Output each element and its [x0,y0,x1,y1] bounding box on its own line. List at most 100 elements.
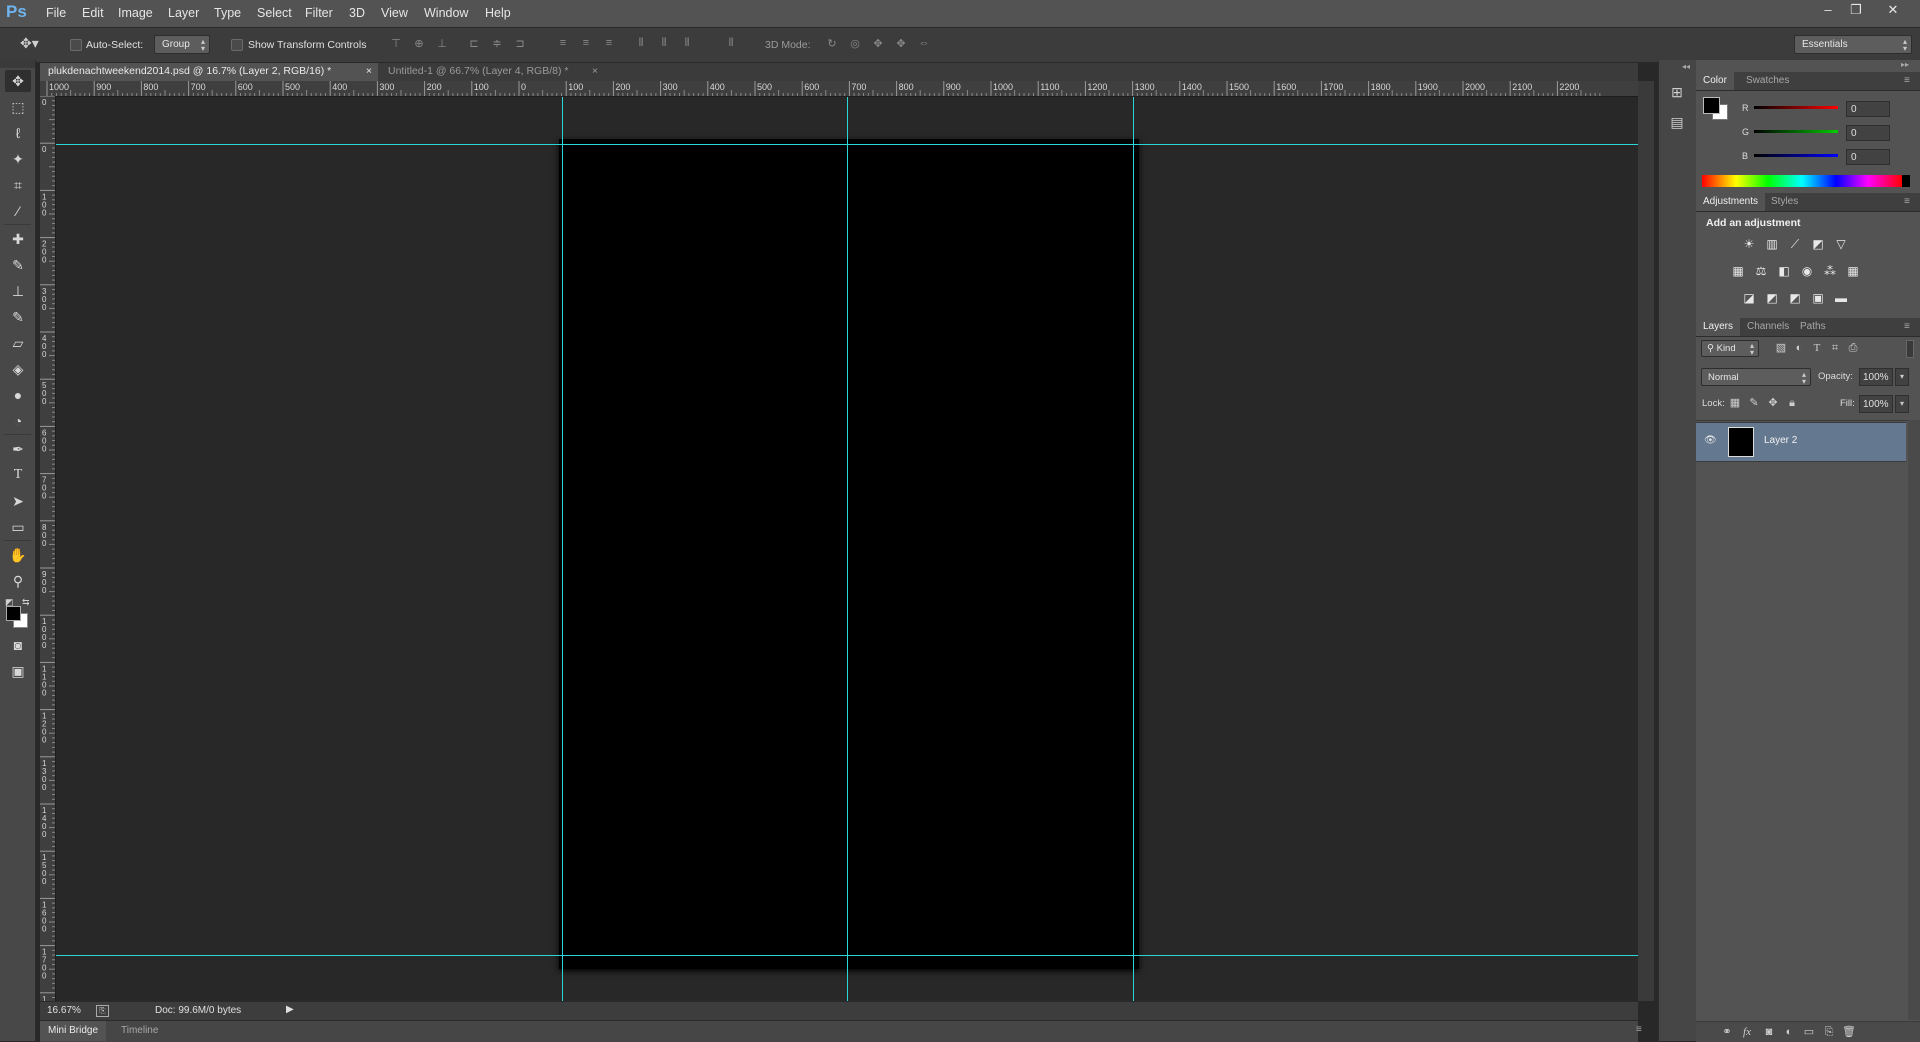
guide-vertical[interactable] [562,97,563,1005]
auto-align-icon[interactable]: ⦀ [725,37,737,51]
lock-all-icon[interactable]: 🔒︎ [1785,396,1799,410]
threshold-icon[interactable]: ◩ [1787,290,1803,306]
status-export-icon[interactable]: ⎘ [96,1005,109,1017]
3d-pan-icon[interactable]: ✥ [872,37,884,51]
channel-r-slider[interactable] [1754,106,1838,109]
canvas-area[interactable] [56,97,1638,1005]
color-spectrum-ramp[interactable] [1702,175,1910,187]
tab-color[interactable]: Color [1696,72,1734,90]
distribute-vcenter-icon[interactable]: ≡ [580,37,592,51]
photo-filter-icon[interactable]: ◉ [1799,263,1815,279]
menu-select[interactable]: Select [257,6,292,20]
color-balance-icon[interactable]: ⚖ [1753,263,1769,279]
selective-color-icon[interactable]: ▣ [1810,290,1826,306]
menu-help[interactable]: Help [485,6,511,20]
close-tab-icon[interactable]: × [366,65,372,77]
status-menu-arrow-icon[interactable]: ▶ [286,1004,294,1015]
new-layer-icon[interactable]: ⎘ [1822,1025,1836,1039]
opacity-input[interactable]: 100% [1859,368,1893,386]
type-tool-icon[interactable]: T [5,464,31,486]
move-tool-preset-icon[interactable]: ✥▾ [20,35,39,52]
menu-layer[interactable]: Layer [168,6,199,20]
minimize-button[interactable]: – [1817,2,1839,18]
foreground-color-swatch[interactable] [1703,97,1720,114]
tab-paths[interactable]: Paths [1793,318,1833,336]
filter-toggle[interactable] [1906,340,1914,358]
lasso-tool-icon[interactable]: ℓ [5,122,31,144]
crop-tool-icon[interactable]: ⌗ [5,174,31,196]
channel-g-value[interactable]: 0 [1846,125,1890,141]
channel-r-value[interactable]: 0 [1846,101,1890,117]
show-transform-checkbox[interactable] [231,39,243,51]
vibrance-icon[interactable]: ▽ [1833,236,1849,252]
history-panel-icon[interactable]: ⊞ [1665,84,1689,108]
levels-icon[interactable]: ▥ [1764,236,1780,252]
auto-select-dropdown[interactable]: Group ▴ ▾ [154,35,210,54]
visibility-eye-icon[interactable]: 👁︎ [1704,435,1717,446]
expand-dock-icon[interactable]: ▸▸ [1901,60,1909,69]
tab-mini-bridge[interactable]: Mini Bridge [40,1021,107,1041]
black-white-icon[interactable]: ◧ [1776,263,1792,279]
curves-icon[interactable]: ⟋ [1787,236,1803,252]
3d-rotate-icon[interactable]: ↻ [826,37,838,51]
pen-tool-icon[interactable]: ✒ [5,438,31,460]
layer-name[interactable]: Layer 2 [1764,435,1797,446]
collapse-dock-icon[interactable]: ◂◂ [1682,62,1690,71]
align-top-icon[interactable]: ⊤ [390,37,402,51]
clone-stamp-tool-icon[interactable]: ⊥ [5,280,31,302]
tab-channels[interactable]: Channels [1740,318,1796,336]
lock-position-icon[interactable]: ✥ [1766,396,1780,410]
workspace-dropdown[interactable]: Essentials ▴ ▾ [1794,35,1912,54]
properties-panel-icon[interactable]: ▤ [1665,114,1689,138]
align-right-icon[interactable]: ⊐ [514,37,526,51]
lock-pixels-icon[interactable]: ✎ [1747,396,1761,410]
brush-tool-icon[interactable]: ✎ [5,254,31,276]
tab-swatches[interactable]: Swatches [1739,72,1796,90]
type-filter-icon[interactable]: T [1810,341,1824,355]
foreground-color-swatch[interactable] [6,606,21,621]
paint-bucket-tool-icon[interactable]: ◈ [5,358,31,380]
panel-menu-icon[interactable]: ≡ [1904,75,1910,86]
menu-filter[interactable]: Filter [305,6,333,20]
menu-view[interactable]: View [381,6,408,20]
restore-button[interactable]: ❐ [1845,2,1867,18]
delete-layer-icon[interactable]: 🗑︎ [1842,1025,1856,1039]
guide-vertical[interactable] [1133,97,1134,1005]
smart-object-filter-icon[interactable]: ⎙ [1846,341,1860,355]
guide-horizontal[interactable] [56,955,1638,956]
menu-edit[interactable]: Edit [82,6,104,20]
eraser-tool-icon[interactable]: ▱ [5,332,31,354]
tab-layers[interactable]: Layers [1696,318,1741,336]
link-layers-icon[interactable]: ⚭ [1720,1025,1734,1039]
zoom-level[interactable]: 16.67% [47,1005,81,1016]
distribute-left-icon[interactable]: ⫴ [635,37,647,51]
panel-menu-icon[interactable]: ≡ [1904,196,1910,207]
healing-brush-tool-icon[interactable]: ✚ [5,228,31,250]
channel-b-value[interactable]: 0 [1846,149,1890,165]
3d-roll-icon[interactable]: ◎ [849,37,861,51]
guide-vertical[interactable] [847,97,848,1005]
menu-3d[interactable]: 3D [349,6,365,20]
tab-styles[interactable]: Styles [1764,193,1805,211]
close-button[interactable]: ✕ [1882,2,1904,18]
new-group-icon[interactable]: ▭ [1802,1025,1816,1039]
tab-adjustments[interactable]: Adjustments [1696,193,1766,211]
pixel-filter-icon[interactable]: ▧ [1774,341,1788,355]
channel-mixer-icon[interactable]: ⁂ [1822,263,1838,279]
opacity-slider-arrow-icon[interactable]: ▾ [1895,368,1909,386]
3d-scale-icon[interactable]: ⇔ [918,37,930,51]
swap-colors-icon[interactable]: ⇆ [22,597,30,608]
channel-b-slider[interactable] [1754,154,1838,157]
align-vcenter-icon[interactable]: ⊕ [413,37,425,51]
menu-type[interactable]: Type [214,6,241,20]
menu-window[interactable]: Window [424,6,468,20]
magic-wand-tool-icon[interactable]: ✦ [5,148,31,170]
path-selection-tool-icon[interactable]: ➤ [5,490,31,512]
move-tool-icon[interactable]: ✥ [5,70,31,92]
color-lookup-icon[interactable]: ▦ [1845,263,1861,279]
lock-transparent-icon[interactable]: ▦ [1728,396,1742,410]
toolbar-grip[interactable] [0,60,35,68]
align-hcenter-icon[interactable]: ≑ [491,37,503,51]
fill-slider-arrow-icon[interactable]: ▾ [1895,395,1909,413]
distribute-top-icon[interactable]: ≡ [557,37,569,51]
